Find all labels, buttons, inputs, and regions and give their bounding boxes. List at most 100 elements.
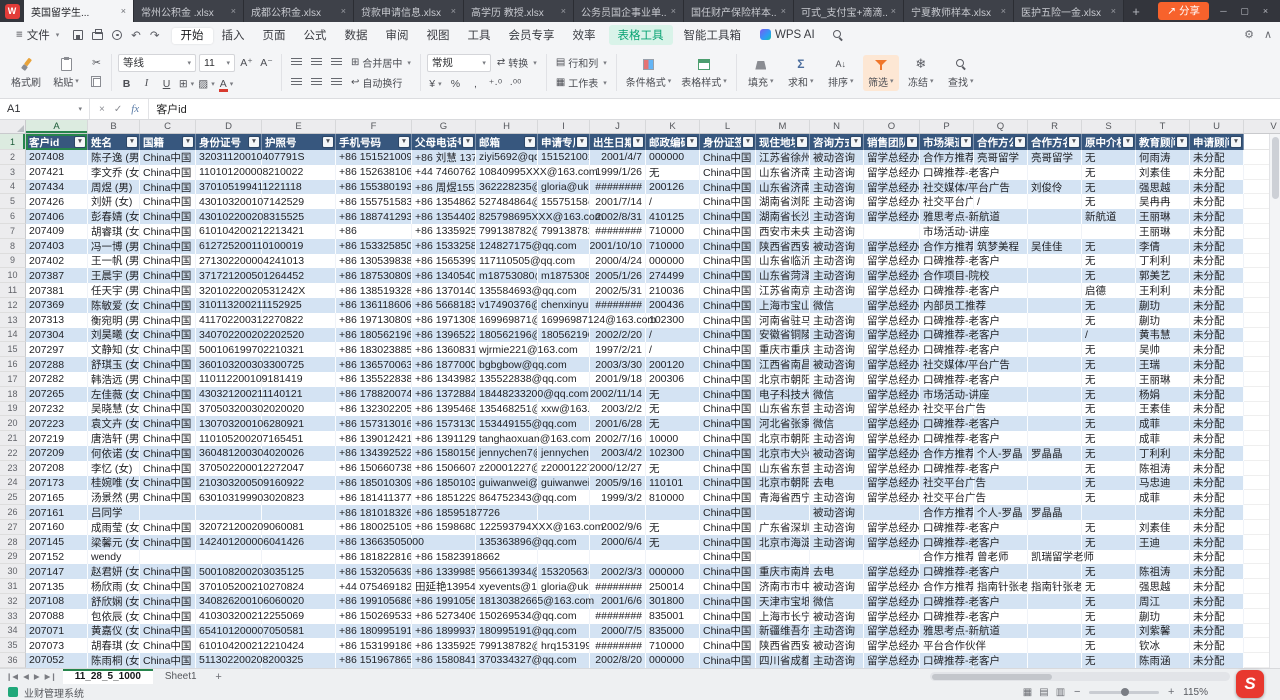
cell-D21[interactable]: 110105200207165451 — [196, 431, 262, 446]
row-header-8[interactable]: 8 — [0, 239, 26, 254]
column-header-U[interactable]: U — [1190, 120, 1244, 133]
cell-C10[interactable]: China中国 — [140, 268, 196, 283]
cell-M16[interactable]: 江西省南昌市 — [756, 357, 810, 372]
cell-A16[interactable]: 207288 — [26, 357, 88, 372]
add-sheet-button[interactable]: + — [209, 669, 229, 684]
cell-P35[interactable]: 平台合作伙伴 — [920, 638, 974, 653]
cell-E1[interactable]: 护照号▼ — [262, 134, 336, 150]
cell-N31[interactable]: 被动咨询 — [810, 579, 864, 594]
cell-C6[interactable]: China中国 — [140, 209, 196, 224]
column-header-I[interactable]: I — [538, 120, 590, 133]
search-button[interactable] — [825, 28, 851, 42]
cell-O20[interactable]: 留学总经办 — [864, 416, 920, 431]
cell-B34[interactable]: 黄嘉仪 (女) — [88, 624, 140, 639]
cell-M36[interactable]: 四川省成都市 — [756, 653, 810, 668]
align-bottom-icon[interactable] — [328, 55, 345, 71]
increase-font-icon[interactable]: A⁺ — [238, 55, 255, 71]
cell-B33[interactable]: 包依辰 (女) — [88, 609, 140, 624]
row-header-2[interactable]: 2 — [0, 150, 26, 165]
cell-J14[interactable]: 2002/2/20 — [590, 328, 646, 343]
cell-D22[interactable]: 360481200304020026 — [196, 446, 262, 461]
cell-N30[interactable]: 去电 — [810, 564, 864, 579]
align-left-icon[interactable] — [288, 75, 305, 91]
cell-F9[interactable]: +86 13053983861 — [336, 254, 412, 269]
cell-G7[interactable]: +86 13359257069 — [412, 224, 476, 239]
cell-F13[interactable]: +86 19713080905 — [336, 313, 412, 328]
cell-J11[interactable]: 2002/5/31 — [590, 283, 646, 298]
row-header-19[interactable]: 19 — [0, 402, 26, 417]
cell-J10[interactable]: 2005/1/26 — [590, 268, 646, 283]
cell-L22[interactable]: China中国 — [700, 446, 756, 461]
menu-item[interactable]: 开始 — [172, 28, 213, 44]
cell-P33[interactable]: 口碑推荐-老客户 — [920, 609, 974, 624]
cell-N25[interactable]: 主动咨询 — [810, 490, 864, 505]
cell-G29[interactable]: +86 15823918662 — [412, 550, 476, 565]
copy-button[interactable] — [88, 75, 105, 91]
cell-O28[interactable]: 留学总经办 — [864, 535, 920, 550]
cell-G11[interactable]: +86 13701409481 — [412, 283, 476, 298]
cell-B2[interactable]: 陈子逸 (男) — [88, 150, 140, 165]
cell-F8[interactable]: +86 15332585003 — [336, 239, 412, 254]
cell-S34[interactable]: 无 — [1082, 624, 1136, 639]
cell-B35[interactable]: 胡春琪 (女) — [88, 638, 140, 653]
filter-dropdown-icon[interactable]: ▼ — [851, 137, 861, 147]
filter-dropdown-icon[interactable]: ▼ — [687, 137, 697, 147]
cell-J32[interactable]: 2001/6/6 — [590, 594, 646, 609]
cell-A31[interactable]: 207135 — [26, 579, 88, 594]
cell-O10[interactable]: 留学总经办 — [864, 268, 920, 283]
close-tab-icon[interactable]: × — [451, 6, 456, 16]
cell-F16[interactable]: +86 13657006395 — [336, 357, 412, 372]
name-box[interactable]: A1▾ — [0, 99, 90, 119]
cell-K23[interactable]: 无 — [646, 461, 700, 476]
cell-D28[interactable]: 142401200006041426 — [196, 535, 262, 550]
cell-M29[interactable] — [756, 550, 810, 565]
cell-C8[interactable]: China中国 — [140, 239, 196, 254]
cell-T18[interactable]: 杨娟 — [1136, 387, 1190, 402]
column-header-R[interactable]: R — [1028, 120, 1082, 133]
cell-K12[interactable]: 200436 — [646, 298, 700, 313]
menu-item[interactable]: 视图 — [418, 28, 459, 44]
cell-J18[interactable]: 2002/11/14 — [590, 387, 646, 402]
column-header-C[interactable]: C — [140, 120, 196, 133]
cell-P36[interactable]: 口碑推荐-老客户 — [920, 653, 974, 668]
cell-P18[interactable]: 市场活动-讲座 — [920, 387, 974, 402]
cell-D16[interactable]: 360103200303300725 — [196, 357, 262, 372]
cell-S35[interactable]: 无 — [1082, 638, 1136, 653]
cell-C32[interactable]: China中国 — [140, 594, 196, 609]
cell-O24[interactable]: 留学总经办 — [864, 476, 920, 491]
row-header-7[interactable]: 7 — [0, 224, 26, 239]
cell-B12[interactable]: 陈敏爱 (女) — [88, 298, 140, 313]
new-tab-button[interactable]: + — [1124, 0, 1148, 22]
cell-L27[interactable]: China中国 — [700, 520, 756, 535]
cell-L28[interactable]: China中国 — [700, 535, 756, 550]
cell-F24[interactable]: +86 18501030981 — [336, 476, 412, 491]
column-header-M[interactable]: M — [756, 120, 810, 133]
cell-J30[interactable]: 2002/3/3 — [590, 564, 646, 579]
cell-A4[interactable]: 207434 — [26, 180, 88, 195]
cell-A32[interactable]: 207108 — [26, 594, 88, 609]
cell-G14[interactable]: +86 13965221007 — [412, 328, 476, 343]
cell-H4[interactable]: 362228235@qq.com — [476, 180, 538, 195]
cell-P16[interactable]: 社交媒体/平台广告 — [920, 357, 974, 372]
cell-C33[interactable]: China中国 — [140, 609, 196, 624]
cell-O8[interactable]: 留学总经办 — [864, 239, 920, 254]
zoom-level[interactable]: 115% — [1183, 687, 1208, 698]
cell-K1[interactable]: 邮政编码▼ — [646, 134, 700, 150]
file-tab[interactable]: 国任财产保险样本...× — [684, 0, 794, 22]
cell-M8[interactable]: 陕西省西安市 — [756, 239, 810, 254]
cell-O34[interactable]: 留学总经办 — [864, 624, 920, 639]
close-icon[interactable]: × — [1259, 6, 1272, 16]
cell-O26[interactable] — [864, 505, 920, 520]
row-header-34[interactable]: 34 — [0, 624, 26, 639]
cell-A20[interactable]: 207223 — [26, 416, 88, 431]
close-tab-icon[interactable]: × — [231, 6, 236, 16]
row-header-22[interactable]: 22 — [0, 446, 26, 461]
cell-H3[interactable]: 10840995XXX@163.com — [476, 165, 538, 180]
borders-icon[interactable]: ⊞▾ — [178, 76, 195, 92]
cell-D2[interactable]: 32031120010407791S — [196, 150, 262, 165]
cell-D26[interactable] — [196, 505, 262, 520]
cell-T7[interactable]: 王丽琳 — [1136, 224, 1190, 239]
cell-R17[interactable] — [1028, 372, 1082, 387]
filter-dropdown-icon[interactable]: ▼ — [525, 137, 535, 147]
cell-F25[interactable]: +86 18141137775 — [336, 490, 412, 505]
